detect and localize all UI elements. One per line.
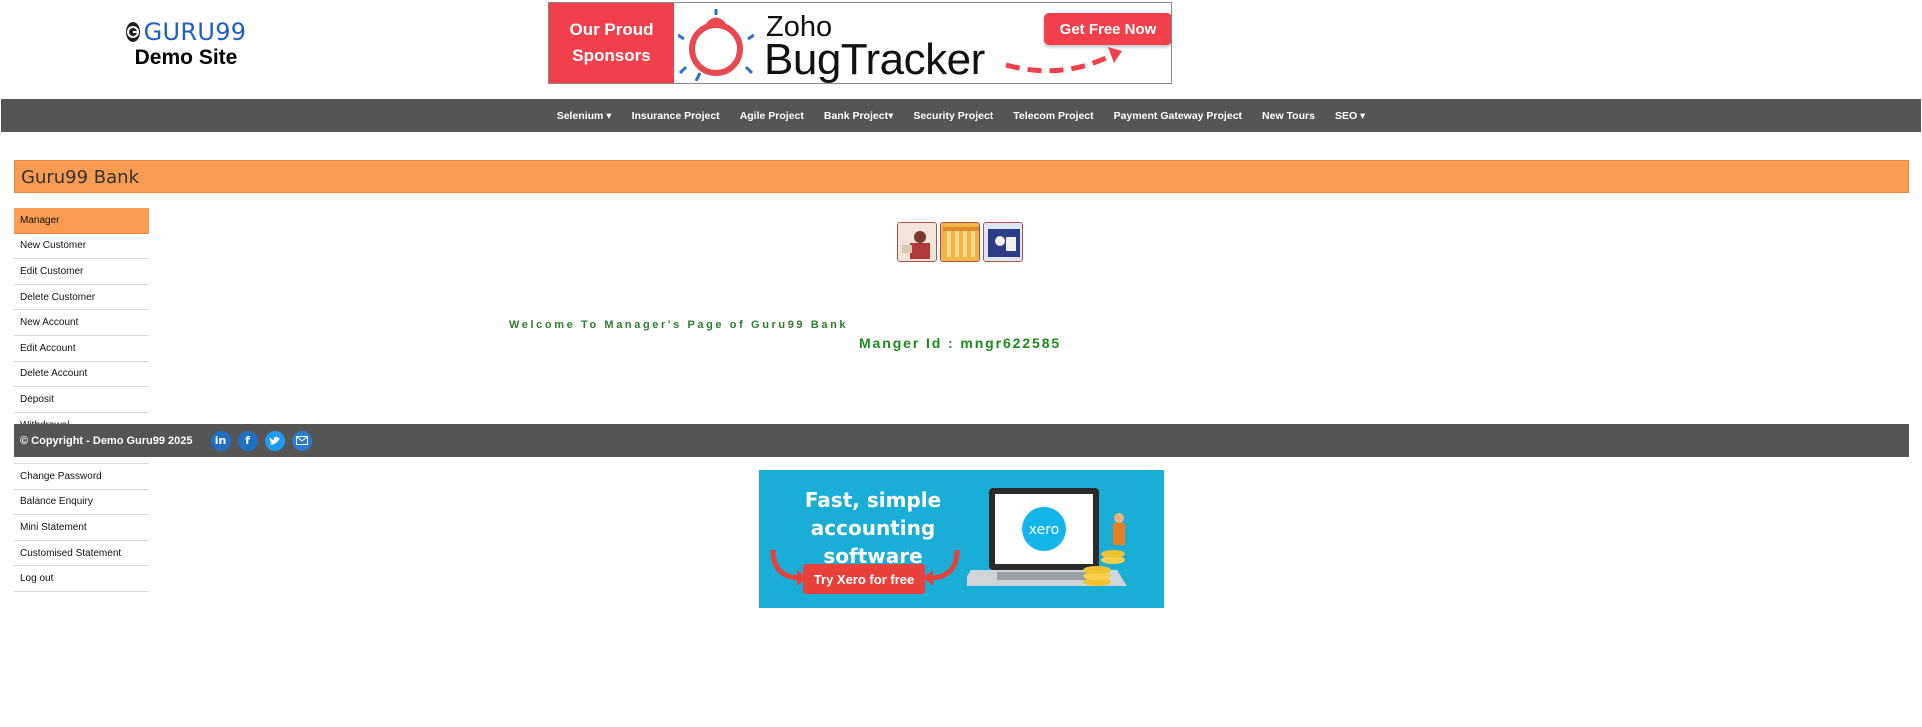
nav-item-new-tours[interactable]: New Tours bbox=[1252, 110, 1325, 122]
main-nav: Selenium ▾ Insurance Project Agile Proje… bbox=[1, 99, 1921, 132]
sponsor-label-line1: Our Proud bbox=[569, 20, 654, 39]
sponsor-ad-content: Zoho BugTracker Get Free Now bbox=[674, 3, 1171, 83]
nav-item-seo[interactable]: SEO ▾ bbox=[1325, 110, 1375, 122]
sidebar-item-new-account[interactable]: New Account bbox=[14, 310, 149, 336]
sidebar-item-manager[interactable]: Manager bbox=[14, 208, 149, 234]
get-free-now-button[interactable]: Get Free Now bbox=[1044, 13, 1171, 45]
xero-logo: xero bbox=[1029, 522, 1059, 538]
xero-ad-banner[interactable]: Fast, simple accounting software Try Xer… bbox=[759, 470, 1164, 608]
sponsor-label-line2: Sponsors bbox=[572, 46, 651, 65]
sidebar-item-deposit[interactable]: Deposit bbox=[14, 387, 149, 413]
sidebar-item-edit-account[interactable]: Edit Account bbox=[14, 336, 149, 362]
nav-item-security-project[interactable]: Security Project bbox=[903, 110, 1003, 122]
nav-item-selenium[interactable]: Selenium ▾ bbox=[547, 110, 622, 122]
twitter-icon[interactable] bbox=[264, 430, 285, 451]
facebook-icon[interactable]: f bbox=[237, 430, 258, 451]
manager-id: Manger Id : mngr622585 bbox=[859, 335, 1062, 351]
sponsor-banner[interactable]: Our Proud Sponsors Zoho BugTracker Get F… bbox=[548, 2, 1172, 84]
site-subtitle: Demo Site bbox=[134, 46, 238, 69]
nav-item-agile-project[interactable]: Agile Project bbox=[730, 110, 814, 122]
try-xero-button[interactable]: Try Xero for free bbox=[803, 564, 925, 594]
sidebar-item-mini-statement[interactable]: Mini Statement bbox=[14, 515, 149, 541]
customer-service-image bbox=[983, 222, 1023, 262]
banker-image bbox=[897, 222, 937, 262]
xero-headline-line1: Fast, simple bbox=[804, 488, 942, 512]
bank-images bbox=[897, 222, 1023, 262]
sidebar-item-balance-enquiry[interactable]: Balance Enquiry bbox=[14, 490, 149, 516]
sidebar-item-edit-customer[interactable]: Edit Customer bbox=[14, 259, 149, 285]
nav-item-telecom-project[interactable]: Telecom Project bbox=[1003, 110, 1103, 122]
nav-item-bank-project[interactable]: Bank Project▾ bbox=[814, 110, 903, 122]
sidebar-item-delete-account[interactable]: Delete Account bbox=[14, 362, 149, 388]
site-brand: GURU99 bbox=[143, 18, 247, 46]
sponsor-label: Our Proud Sponsors bbox=[549, 3, 674, 83]
guru99-logo-icon bbox=[125, 22, 140, 42]
nav-item-payment-gateway-project[interactable]: Payment Gateway Project bbox=[1104, 110, 1252, 122]
page-title: Guru99 Bank bbox=[21, 167, 140, 188]
laptop-illustration: xero bbox=[967, 488, 1127, 586]
dashed-arrow-icon bbox=[1005, 47, 1122, 74]
welcome-message: Welcome To Manager's Page of Guru99 Bank bbox=[509, 319, 849, 331]
sidebar-item-new-customer[interactable]: New Customer bbox=[14, 234, 149, 260]
bug-icon bbox=[678, 9, 754, 81]
social-links: in f bbox=[210, 430, 312, 451]
sidebar-item-change-password[interactable]: Change Password bbox=[14, 464, 149, 490]
sidebar-item-delete-customer[interactable]: Delete Customer bbox=[14, 285, 149, 311]
copyright-text: © Copyright - Demo Guru99 2025 bbox=[20, 434, 193, 447]
sidebar-menu: Manager New Customer Edit Customer Delet… bbox=[14, 208, 149, 592]
curved-arrow-right-icon bbox=[923, 549, 960, 586]
nav-item-insurance-project[interactable]: Insurance Project bbox=[622, 110, 730, 122]
linkedin-icon[interactable]: in bbox=[210, 430, 231, 451]
page-title-bar: Guru99 Bank bbox=[14, 160, 1909, 193]
mail-icon[interactable] bbox=[291, 430, 312, 451]
sidebar-item-log-out[interactable]: Log out bbox=[14, 566, 149, 592]
sidebar-item-customised-statement[interactable]: Customised Statement bbox=[14, 541, 149, 567]
site-logo[interactable]: GURU99 Demo Site bbox=[125, 18, 247, 70]
curved-arrow-left-icon bbox=[770, 549, 807, 586]
bank-building-image bbox=[940, 222, 980, 262]
footer-bar: © Copyright - Demo Guru99 2025 in f bbox=[14, 424, 1909, 457]
sponsor-big-title: BugTracker bbox=[764, 35, 985, 84]
